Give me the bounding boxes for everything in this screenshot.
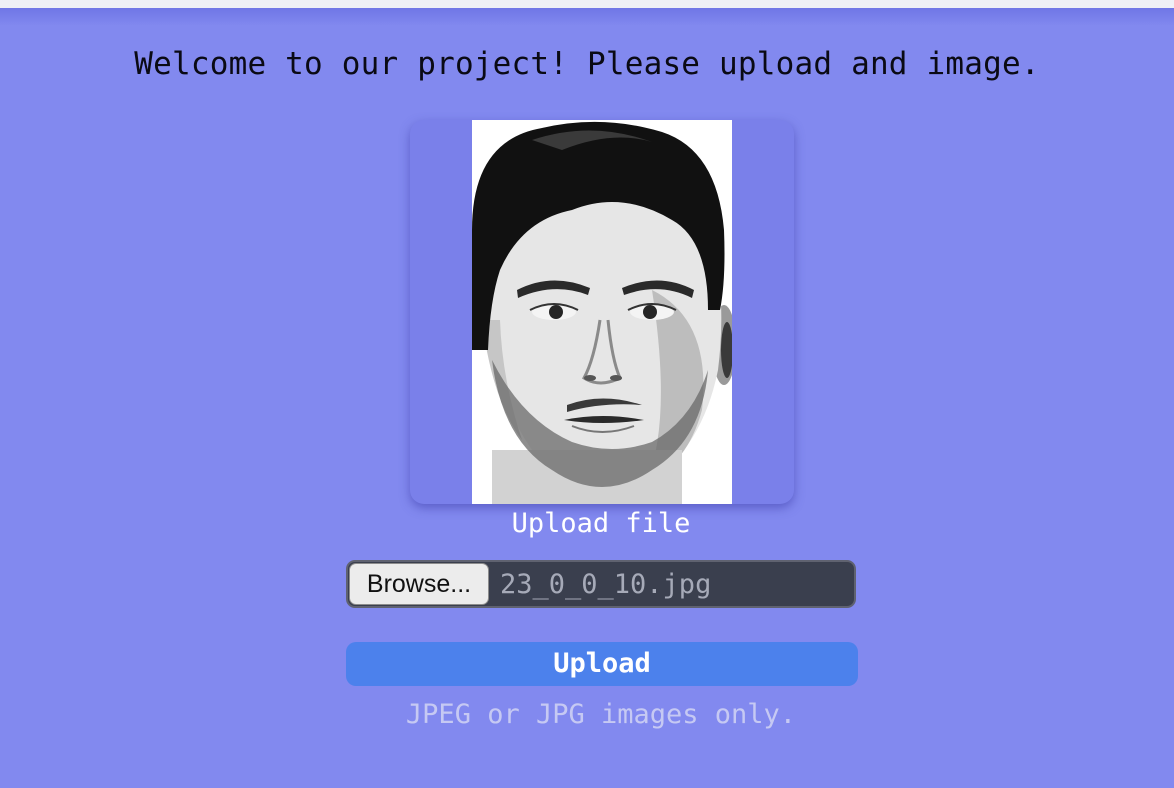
preview-image: [472, 120, 732, 504]
upload-button[interactable]: Upload: [346, 642, 858, 686]
top-shadow: [0, 8, 1174, 26]
selected-file-name: 23_0_0_10.jpg: [500, 569, 712, 600]
file-input[interactable]: Browse... 23_0_0_10.jpg: [346, 560, 856, 608]
upload-file-label: Upload file: [511, 508, 691, 539]
welcome-heading: Welcome to our project! Please upload an…: [134, 46, 1040, 82]
face-photo-icon: [472, 120, 732, 504]
browser-top-strip: [0, 0, 1174, 8]
browse-button[interactable]: Browse...: [349, 563, 489, 605]
file-type-hint: JPEG or JPG images only.: [405, 699, 797, 730]
image-preview-card: [410, 120, 794, 504]
